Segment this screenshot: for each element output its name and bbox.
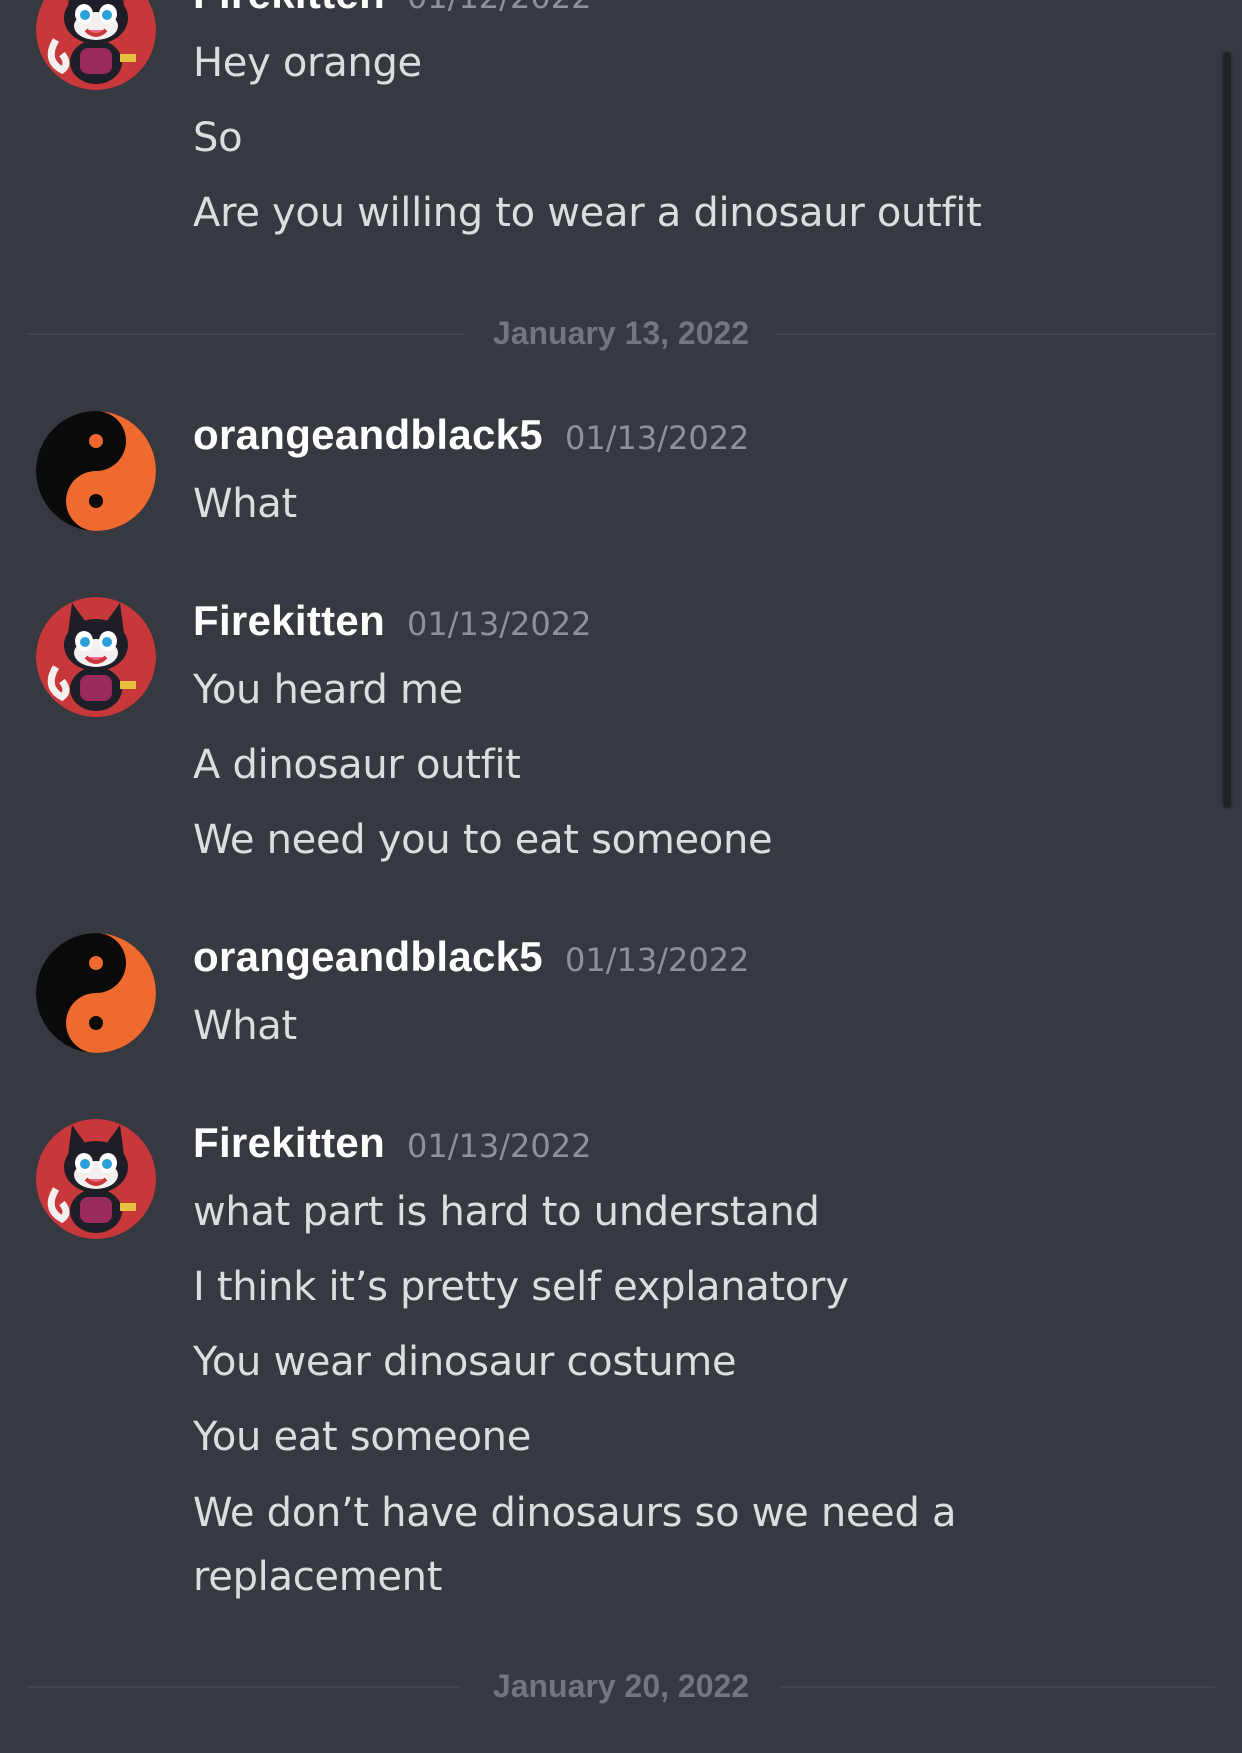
message-text: I think it’s pretty self explanatory: [193, 1264, 849, 1310]
cat-mascot-icon: [36, 1119, 156, 1239]
timestamp: 01/12/2022: [407, 0, 591, 16]
message-header: orangeandblack5 01/13/2022: [193, 411, 749, 471]
cat-mascot-avatar[interactable]: [36, 1119, 156, 1239]
date-divider: January 13, 2022: [27, 313, 1215, 353]
message-text: So: [193, 115, 243, 161]
cat-mascot-icon: [36, 597, 156, 717]
message-lines: What: [193, 473, 1193, 548]
message-text: What: [193, 481, 297, 527]
message-lines: What: [193, 995, 1193, 1070]
message-text: You wear dinosaur costume: [193, 1339, 737, 1385]
message-text: We don’t have dinosaurs so we need a rep…: [193, 1490, 957, 1600]
message-lines: You heard me A dinosaur outfit We need y…: [193, 659, 1193, 884]
message-lines: Hey orange So Are you willing to wear a …: [193, 32, 1193, 257]
message-header: Firekitten 01/13/2022: [193, 1119, 591, 1179]
message-lines: what part is hard to understand I think …: [193, 1181, 1193, 1609]
timestamp: 01/13/2022: [564, 419, 750, 457]
cat-mascot-icon: [36, 0, 156, 90]
timestamp: 01/13/2022: [564, 941, 750, 979]
username[interactable]: Firekitten: [193, 0, 385, 17]
message-text: You eat someone: [193, 1414, 532, 1460]
message-text: what part is hard to understand: [193, 1189, 820, 1235]
username[interactable]: orangeandblack5: [193, 411, 543, 458]
message-text: A dinosaur outfit: [193, 742, 521, 788]
scrollbar-thumb[interactable]: [1223, 52, 1231, 808]
message-text: You heard me: [193, 667, 463, 713]
message-text: What: [193, 1003, 297, 1049]
divider-date: January 13, 2022: [492, 315, 750, 351]
divider-date: January 20, 2022: [492, 1668, 750, 1704]
message-text: Hey orange: [193, 40, 422, 86]
yin-yang-icon: [36, 933, 156, 1053]
date-divider: January 20, 2022: [27, 1666, 1215, 1706]
message-header: Firekitten 01/13/2022: [193, 597, 591, 657]
chat-messages: Firekitten 01/12/2022 Hey orange So Are y…: [0, 0, 1242, 1753]
timestamp: 01/13/2022: [407, 605, 592, 643]
yin-yang-avatar[interactable]: [36, 411, 156, 531]
username[interactable]: Firekitten: [193, 1119, 385, 1166]
message-header: Firekitten 01/12/2022: [193, 0, 591, 30]
yin-yang-icon: [36, 411, 156, 531]
message-text: Are you willing to wear a dinosaur outfi…: [193, 190, 982, 236]
message-text: We need you to eat someone: [193, 817, 773, 863]
yin-yang-avatar[interactable]: [36, 933, 156, 1053]
timestamp: 01/13/2022: [407, 1127, 592, 1165]
message-header: orangeandblack5 01/13/2022: [193, 933, 749, 993]
cat-mascot-avatar[interactable]: [36, 597, 156, 717]
cat-mascot-avatar[interactable]: [36, 0, 156, 90]
username[interactable]: Firekitten: [193, 597, 385, 644]
username[interactable]: orangeandblack5: [193, 933, 543, 980]
